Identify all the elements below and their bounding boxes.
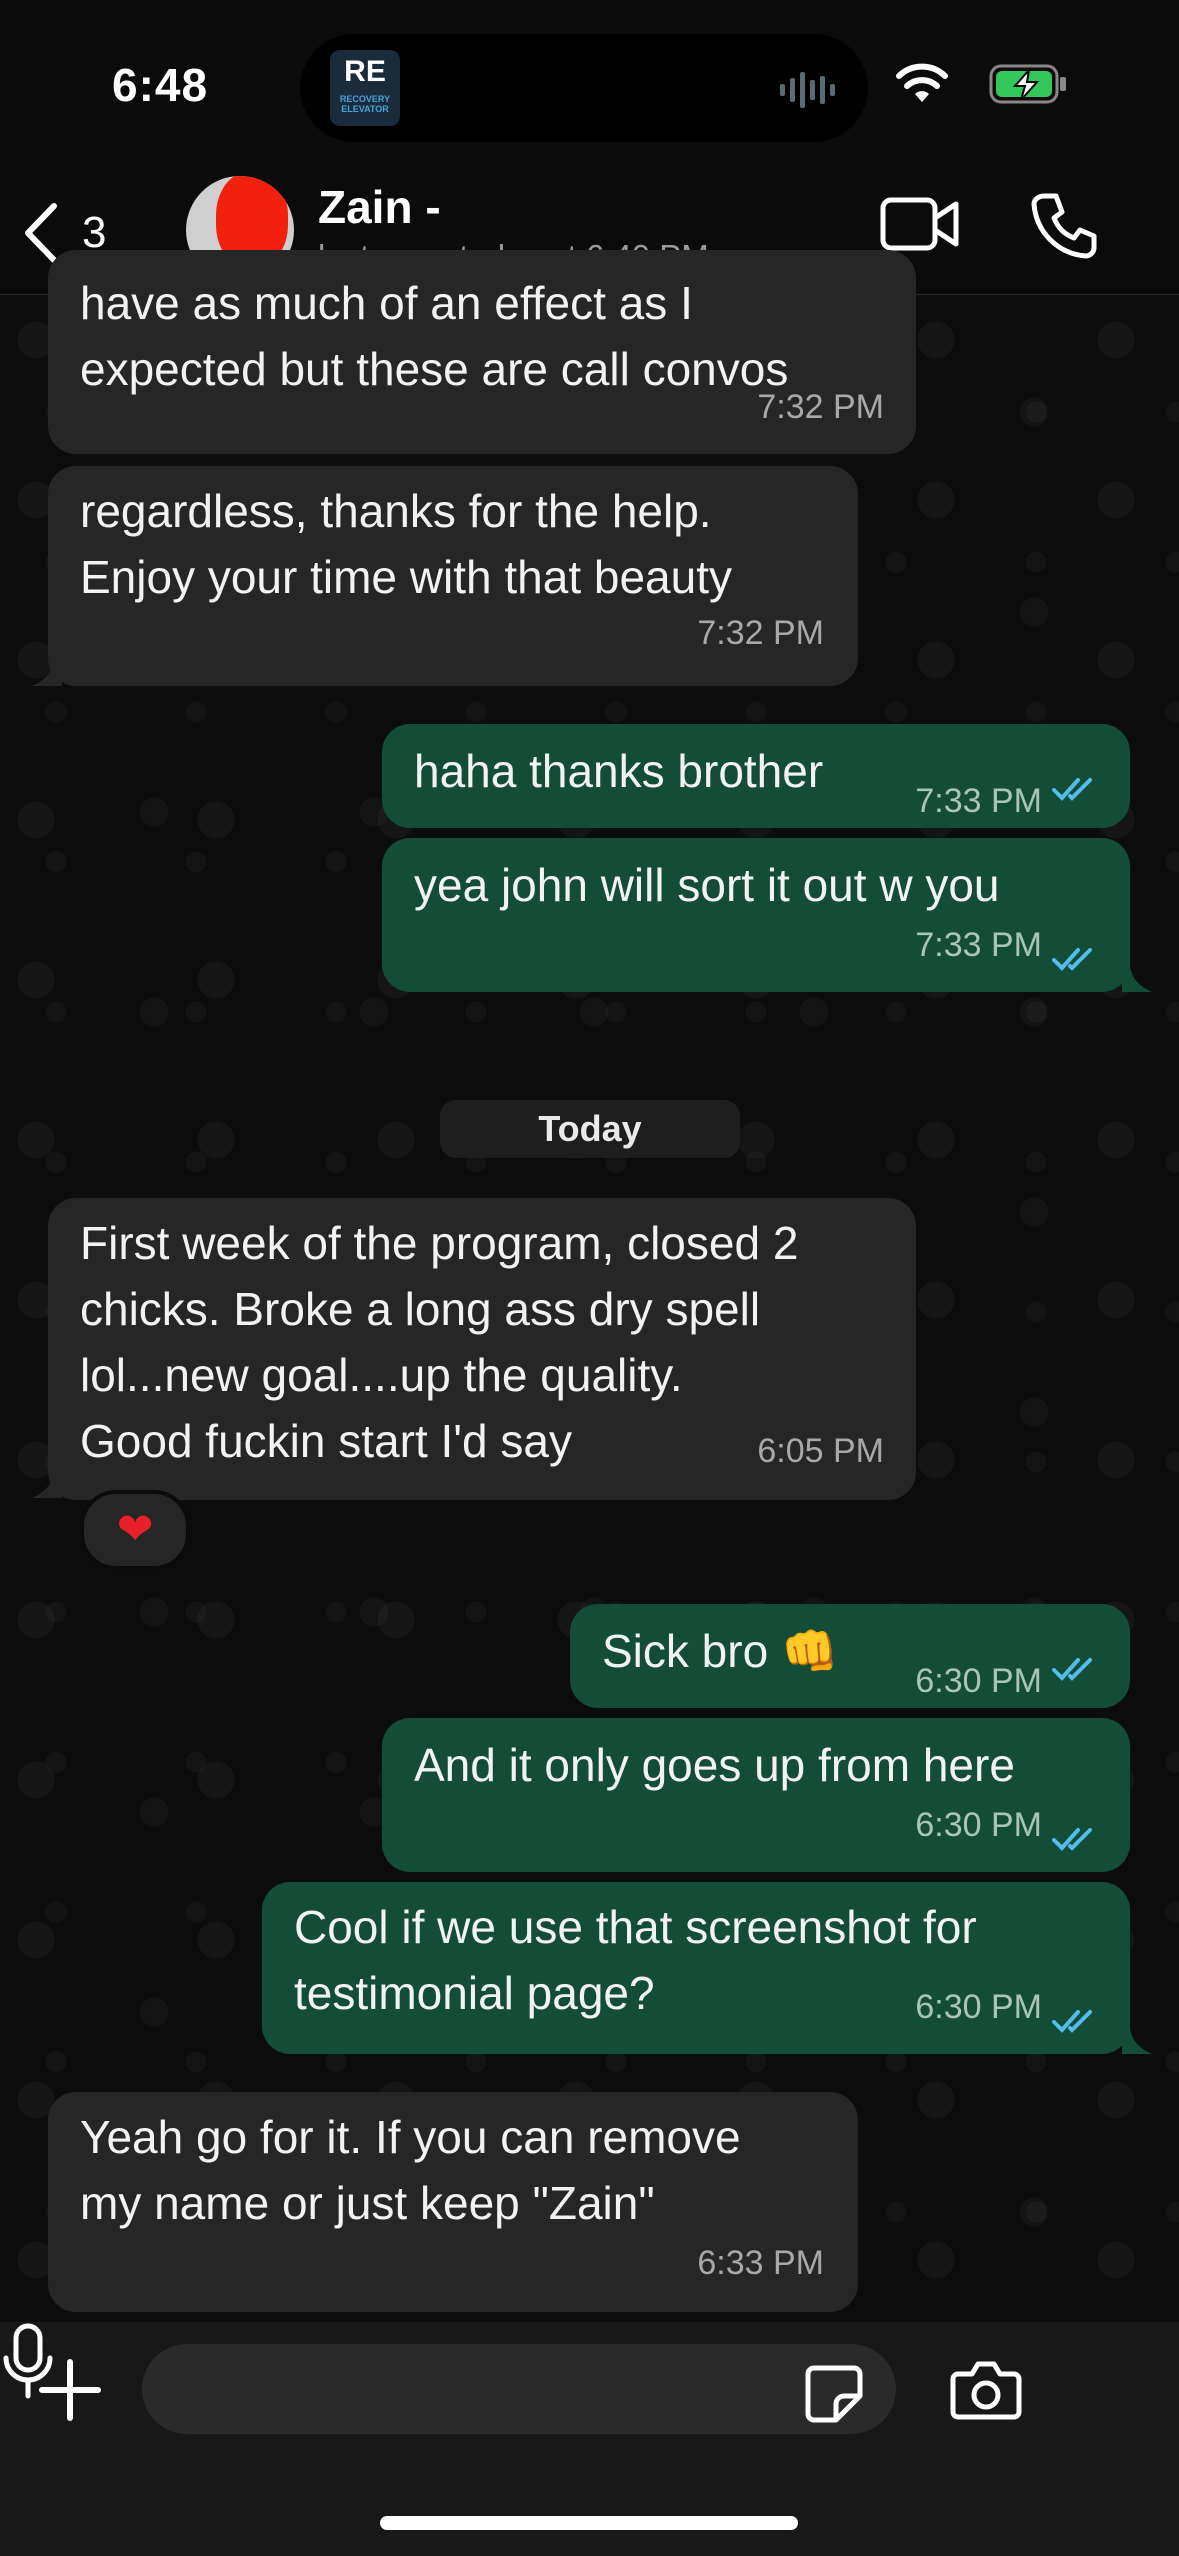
message-outgoing[interactable]: Sick bro 👊 6:30 PM bbox=[570, 1604, 1130, 1708]
message-time: 6:33 PM bbox=[697, 2244, 824, 2282]
home-indicator[interactable] bbox=[380, 2516, 798, 2530]
audio-wave-icon bbox=[780, 72, 835, 108]
message-outgoing[interactable]: haha thanks brother 7:33 PM bbox=[382, 724, 1130, 828]
date-separator: Today bbox=[440, 1100, 740, 1158]
battery-charging-icon bbox=[989, 64, 1066, 104]
message-time: 7:33 PM bbox=[915, 926, 1042, 964]
chevron-left-icon bbox=[25, 203, 57, 263]
message-time: 7:32 PM bbox=[697, 614, 824, 652]
recovery-elevator-logo: RE RECOVERY ELEVATOR bbox=[330, 50, 400, 126]
message-time: 6:30 PM bbox=[915, 1806, 1042, 1844]
plus-icon[interactable] bbox=[38, 2358, 102, 2422]
message-composer bbox=[0, 2322, 1179, 2556]
read-receipt-icon bbox=[1052, 2010, 1092, 2033]
bubble-tail bbox=[1122, 2026, 1152, 2054]
read-receipt-icon bbox=[1052, 948, 1092, 971]
message-incoming[interactable]: have as much of an effect as I expected … bbox=[48, 250, 916, 454]
video-call-icon[interactable] bbox=[880, 194, 960, 254]
read-receipt-icon bbox=[1052, 1658, 1092, 1681]
read-receipt-icon bbox=[1052, 1828, 1092, 1851]
message-incoming[interactable]: First week of the program, closed 2 chic… bbox=[48, 1198, 916, 1500]
bubble-tail bbox=[32, 1470, 62, 1498]
message-time: 6:30 PM bbox=[915, 1988, 1042, 2026]
bubble-tail bbox=[32, 658, 62, 686]
message-outgoing[interactable]: yea john will sort it out w you 7:33 PM bbox=[382, 838, 1130, 992]
read-receipt-icon bbox=[1052, 778, 1092, 801]
message-time: 6:30 PM bbox=[915, 1662, 1042, 1700]
message-incoming[interactable]: Yeah go for it. If you can remove my nam… bbox=[48, 2092, 858, 2312]
heart-reaction[interactable]: ❤ bbox=[80, 1490, 190, 1570]
wifi-icon bbox=[896, 63, 948, 102]
status-time: 6:48 bbox=[112, 59, 209, 111]
bubble-tail bbox=[1122, 964, 1152, 992]
message-outgoing[interactable]: And it only goes up from here 6:30 PM bbox=[382, 1718, 1130, 1872]
message-outgoing[interactable]: Cool if we use that screenshot for testi… bbox=[262, 1882, 1130, 2054]
camera-icon[interactable] bbox=[950, 2358, 1022, 2422]
message-input[interactable] bbox=[142, 2344, 896, 2434]
phone-call-icon[interactable] bbox=[1030, 190, 1100, 260]
contact-name[interactable]: Zain - bbox=[318, 180, 441, 234]
message-incoming[interactable]: regardless, thanks for the help. Enjoy y… bbox=[48, 466, 858, 686]
message-time: 6:05 PM bbox=[757, 1432, 884, 1470]
dynamic-island: RE RECOVERY ELEVATOR bbox=[300, 34, 868, 142]
message-time: 7:32 PM bbox=[757, 388, 884, 426]
message-time: 7:33 PM bbox=[915, 782, 1042, 820]
sticker-icon[interactable] bbox=[804, 2364, 864, 2424]
